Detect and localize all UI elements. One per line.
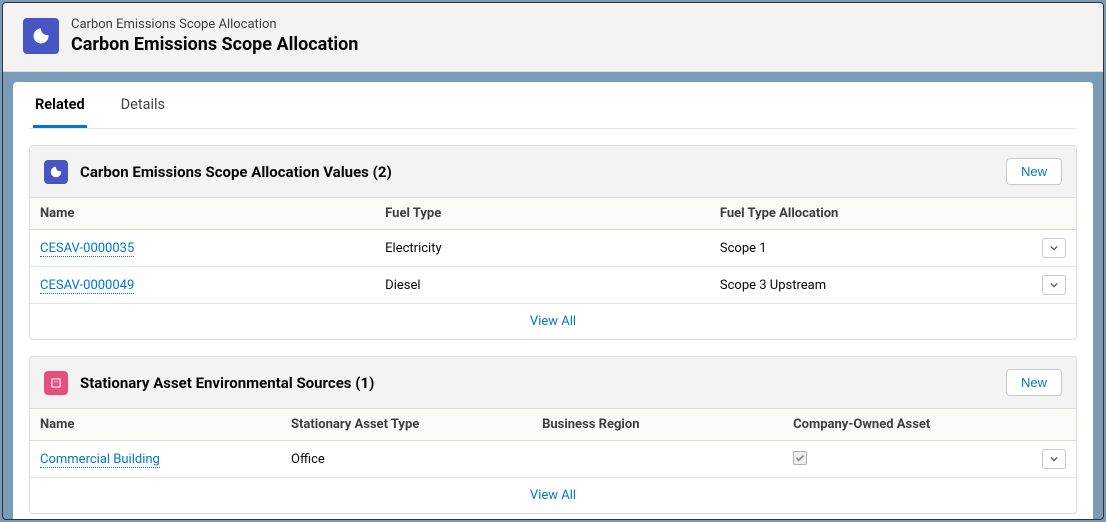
tabs: Related Details — [29, 82, 1077, 129]
card-title[interactable]: Stationary Asset Environmental Sources (… — [80, 374, 374, 392]
col-region[interactable]: Business Region — [532, 409, 783, 441]
header-text: Carbon Emissions Scope Allocation Carbon… — [71, 17, 358, 55]
col-actions — [1032, 198, 1076, 230]
cell-region — [532, 441, 783, 478]
moon-icon — [31, 26, 51, 46]
row-action-menu[interactable] — [1042, 275, 1066, 295]
new-button[interactable]: New — [1006, 158, 1062, 185]
table-row: Commercial Building Office — [30, 441, 1076, 478]
cell-owned — [783, 441, 1032, 478]
chevron-down-icon — [1050, 244, 1058, 252]
record-link[interactable]: CESAV-0000035 — [40, 241, 134, 257]
content-wrap: Related Details Carbon Emissions Scope A… — [13, 82, 1093, 520]
moon-icon — [49, 165, 63, 179]
table-row: CESAV-0000049 Diesel Scope 3 Upstream — [30, 267, 1076, 304]
card-icon — [44, 371, 68, 395]
chevron-down-icon — [1050, 281, 1058, 289]
col-asset-type[interactable]: Stationary Asset Type — [281, 409, 532, 441]
col-fuel-alloc[interactable]: Fuel Type Allocation — [710, 198, 1032, 230]
col-fuel-type[interactable]: Fuel Type — [375, 198, 710, 230]
chevron-down-icon — [1050, 455, 1058, 463]
card-header: Stationary Asset Environmental Sources (… — [30, 357, 1076, 409]
card-scope-values: Carbon Emissions Scope Allocation Values… — [29, 145, 1077, 340]
object-label: Carbon Emissions Scope Allocation — [71, 17, 358, 32]
record-link[interactable]: CESAV-0000049 — [40, 278, 134, 294]
page-header: Carbon Emissions Scope Allocation Carbon… — [3, 3, 1103, 72]
checkbox-checked-icon — [793, 451, 807, 465]
view-all-link[interactable]: View All — [530, 488, 576, 503]
card-stationary-sources: Stationary Asset Environmental Sources (… — [29, 356, 1077, 514]
view-all-wrap: View All — [30, 478, 1076, 513]
tab-related[interactable]: Related — [33, 82, 87, 128]
card-header: Carbon Emissions Scope Allocation Values… — [30, 146, 1076, 198]
cell-asset-type: Office — [281, 441, 532, 478]
record-icon — [23, 18, 59, 54]
page-title: Carbon Emissions Scope Allocation — [71, 34, 358, 55]
cell-fuel-alloc: Scope 3 Upstream — [710, 267, 1032, 304]
cell-fuel-alloc: Scope 1 — [710, 230, 1032, 267]
new-button[interactable]: New — [1006, 369, 1062, 396]
view-all-link[interactable]: View All — [530, 314, 576, 329]
tab-details[interactable]: Details — [119, 82, 167, 128]
row-action-menu[interactable] — [1042, 238, 1066, 258]
table-row: CESAV-0000035 Electricity Scope 1 — [30, 230, 1076, 267]
col-name[interactable]: Name — [30, 409, 281, 441]
card-icon — [44, 160, 68, 184]
cell-fuel-type: Electricity — [375, 230, 710, 267]
cell-fuel-type: Diesel — [375, 267, 710, 304]
card-title[interactable]: Carbon Emissions Scope Allocation Values… — [80, 163, 392, 181]
app-frame: Carbon Emissions Scope Allocation Carbon… — [2, 2, 1104, 520]
record-link[interactable]: Commercial Building — [40, 452, 160, 468]
building-icon — [49, 376, 63, 390]
col-actions — [1032, 409, 1076, 441]
values-table: Name Fuel Type Fuel Type Allocation CESA… — [30, 198, 1076, 304]
col-name[interactable]: Name — [30, 198, 375, 230]
view-all-wrap: View All — [30, 304, 1076, 339]
col-owned[interactable]: Company-Owned Asset — [783, 409, 1032, 441]
sources-table: Name Stationary Asset Type Business Regi… — [30, 409, 1076, 478]
row-action-menu[interactable] — [1042, 449, 1066, 469]
